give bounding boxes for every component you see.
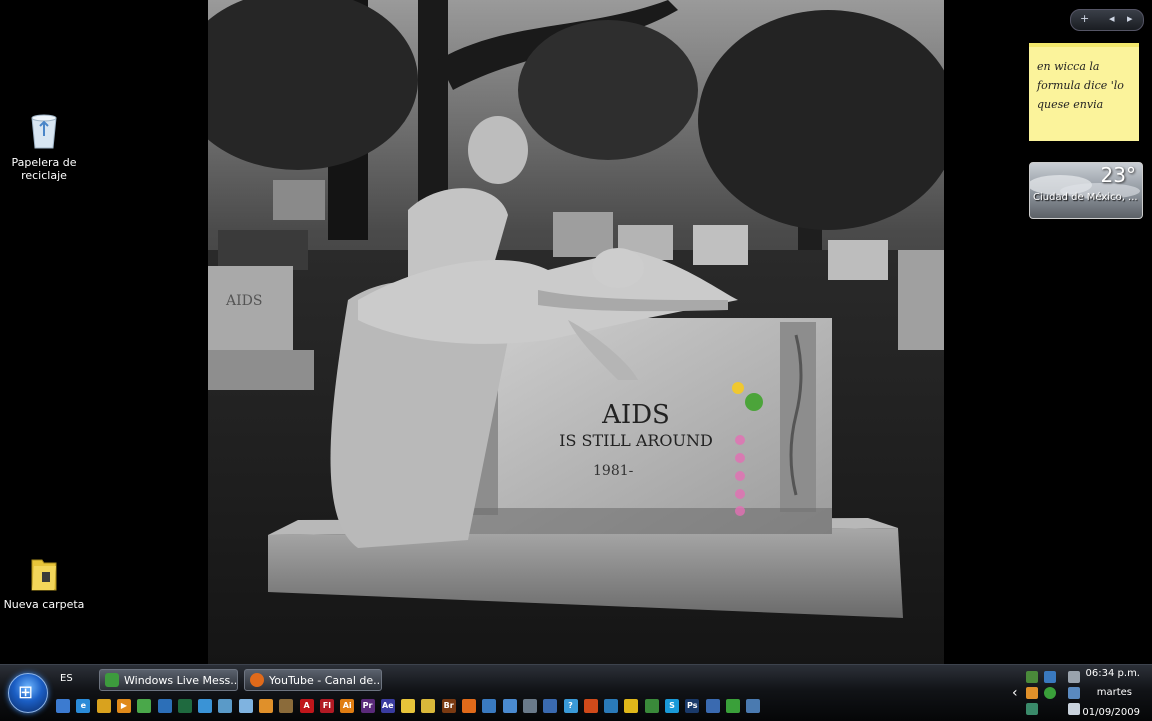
flash-icon[interactable]: Fl: [319, 699, 334, 713]
messenger-icon: [105, 673, 119, 687]
sticky-note-gadget[interactable]: en wicca la formula dice 'lo quese envia: [1029, 43, 1139, 141]
paint-icon[interactable]: [482, 699, 497, 713]
tool-icon[interactable]: [279, 699, 294, 713]
calculator-icon[interactable]: [522, 699, 537, 713]
tray-time[interactable]: 06:34 p.m.: [1086, 668, 1140, 679]
network-icon[interactable]: [198, 699, 213, 713]
media-player-icon[interactable]: ▶: [116, 699, 131, 713]
weather-city: Ciudad de México, ...: [1033, 192, 1138, 203]
folder-icon: [31, 559, 57, 591]
system-tray: ‹ 06:34 p.m. martes 01/09/2009: [1010, 665, 1152, 721]
update-icon[interactable]: [238, 699, 253, 713]
add-gadget-button[interactable]: +: [1080, 12, 1089, 25]
tombstone-subline: IS STILL AROUND: [559, 431, 713, 450]
windows-media-center-icon[interactable]: [177, 699, 192, 713]
recycle-bin-icon: [31, 114, 57, 149]
package-icon[interactable]: [259, 699, 273, 713]
download-icon[interactable]: [583, 699, 598, 713]
settings-icon[interactable]: [218, 699, 233, 713]
bridge-icon[interactable]: Br: [441, 699, 456, 713]
after-effects-icon[interactable]: Ae: [380, 699, 395, 713]
messenger-icon[interactable]: [137, 699, 152, 713]
weather-temperature: 23°: [1100, 163, 1136, 187]
taskbar-button-youtube[interactable]: YouTube - Canal de...: [244, 669, 382, 691]
tombstone-headline: AIDS: [601, 400, 670, 430]
tray-program-icon[interactable]: [1026, 703, 1038, 715]
internet-explorer-icon[interactable]: e: [76, 699, 91, 713]
taskbar-button-messenger[interactable]: Windows Live Mess...: [99, 669, 238, 691]
firefox-icon[interactable]: [462, 699, 476, 713]
tombstone-year: 1981-: [593, 463, 634, 479]
next-gadget-button[interactable]: ▸: [1127, 12, 1133, 25]
tray-day[interactable]: martes: [1097, 687, 1132, 698]
illustrator-icon[interactable]: Ai: [340, 699, 355, 713]
photos-icon[interactable]: [157, 699, 172, 713]
sticky-note-text[interactable]: en wicca la formula dice 'lo quese envia: [1029, 47, 1139, 114]
screen-icon[interactable]: [746, 699, 761, 713]
taskbar: ⊞ ES Windows Live Mess... YouTube - Cana…: [0, 664, 1152, 721]
people-icon[interactable]: [502, 699, 517, 713]
weather-gadget[interactable]: 23° Ciudad de México, ...: [1029, 162, 1143, 219]
window-icon[interactable]: [705, 699, 720, 713]
premiere-icon[interactable]: Pr: [360, 699, 375, 713]
folder-icon[interactable]: [401, 699, 416, 713]
acrobat-icon[interactable]: A: [299, 699, 314, 713]
desktop-icon-label: Papelera de reciclaje: [11, 156, 77, 182]
recycle-icon[interactable]: [725, 699, 740, 713]
gear-icon[interactable]: [604, 699, 619, 713]
desktop-icon-new-folder[interactable]: Nueva carpeta: [0, 556, 88, 611]
desktop-wallpaper: AIDS AIDS IS STILL AROUND 1981-: [208, 0, 944, 664]
tray-program-icon[interactable]: [1026, 671, 1038, 683]
taskbar-button-label: Windows Live Mess...: [124, 674, 238, 687]
tray-program-icon[interactable]: [1044, 687, 1056, 699]
messenger-icon[interactable]: [644, 699, 659, 713]
expand-tray-button[interactable]: ‹: [1012, 685, 1018, 701]
tray-date[interactable]: 01/09/2009: [1082, 707, 1140, 718]
pencil-icon[interactable]: [624, 699, 639, 713]
desktop-icon-recycle-bin[interactable]: Papelera de reciclaje: [0, 112, 88, 182]
volume-icon[interactable]: [1068, 703, 1080, 715]
taskbar-button-label: YouTube - Canal de...: [269, 674, 382, 687]
network-icon[interactable]: [543, 699, 558, 713]
desktop-icon-label: Nueva carpeta: [3, 598, 85, 611]
start-button[interactable]: ⊞: [8, 673, 48, 713]
firefox-icon: [250, 673, 264, 687]
show-desktop-icon[interactable]: [56, 699, 70, 713]
chrome-icon[interactable]: [96, 699, 111, 713]
skype-icon[interactable]: S: [665, 699, 679, 713]
network-icon[interactable]: [1068, 687, 1080, 699]
battery-icon[interactable]: [1068, 671, 1080, 683]
gadget-controls: + ◂ ▸: [1070, 9, 1144, 31]
windows-logo-icon: ⊞: [18, 682, 34, 703]
tray-program-icon[interactable]: [1044, 671, 1056, 683]
side-stone-text: AIDS: [225, 293, 262, 309]
photoshop-icon[interactable]: Ps: [685, 699, 700, 713]
previous-gadget-button[interactable]: ◂: [1109, 12, 1115, 25]
folder-icon[interactable]: [421, 699, 436, 713]
tray-program-icon[interactable]: [1026, 687, 1038, 699]
help-icon[interactable]: ?: [563, 699, 578, 713]
language-indicator[interactable]: ES: [60, 673, 73, 684]
